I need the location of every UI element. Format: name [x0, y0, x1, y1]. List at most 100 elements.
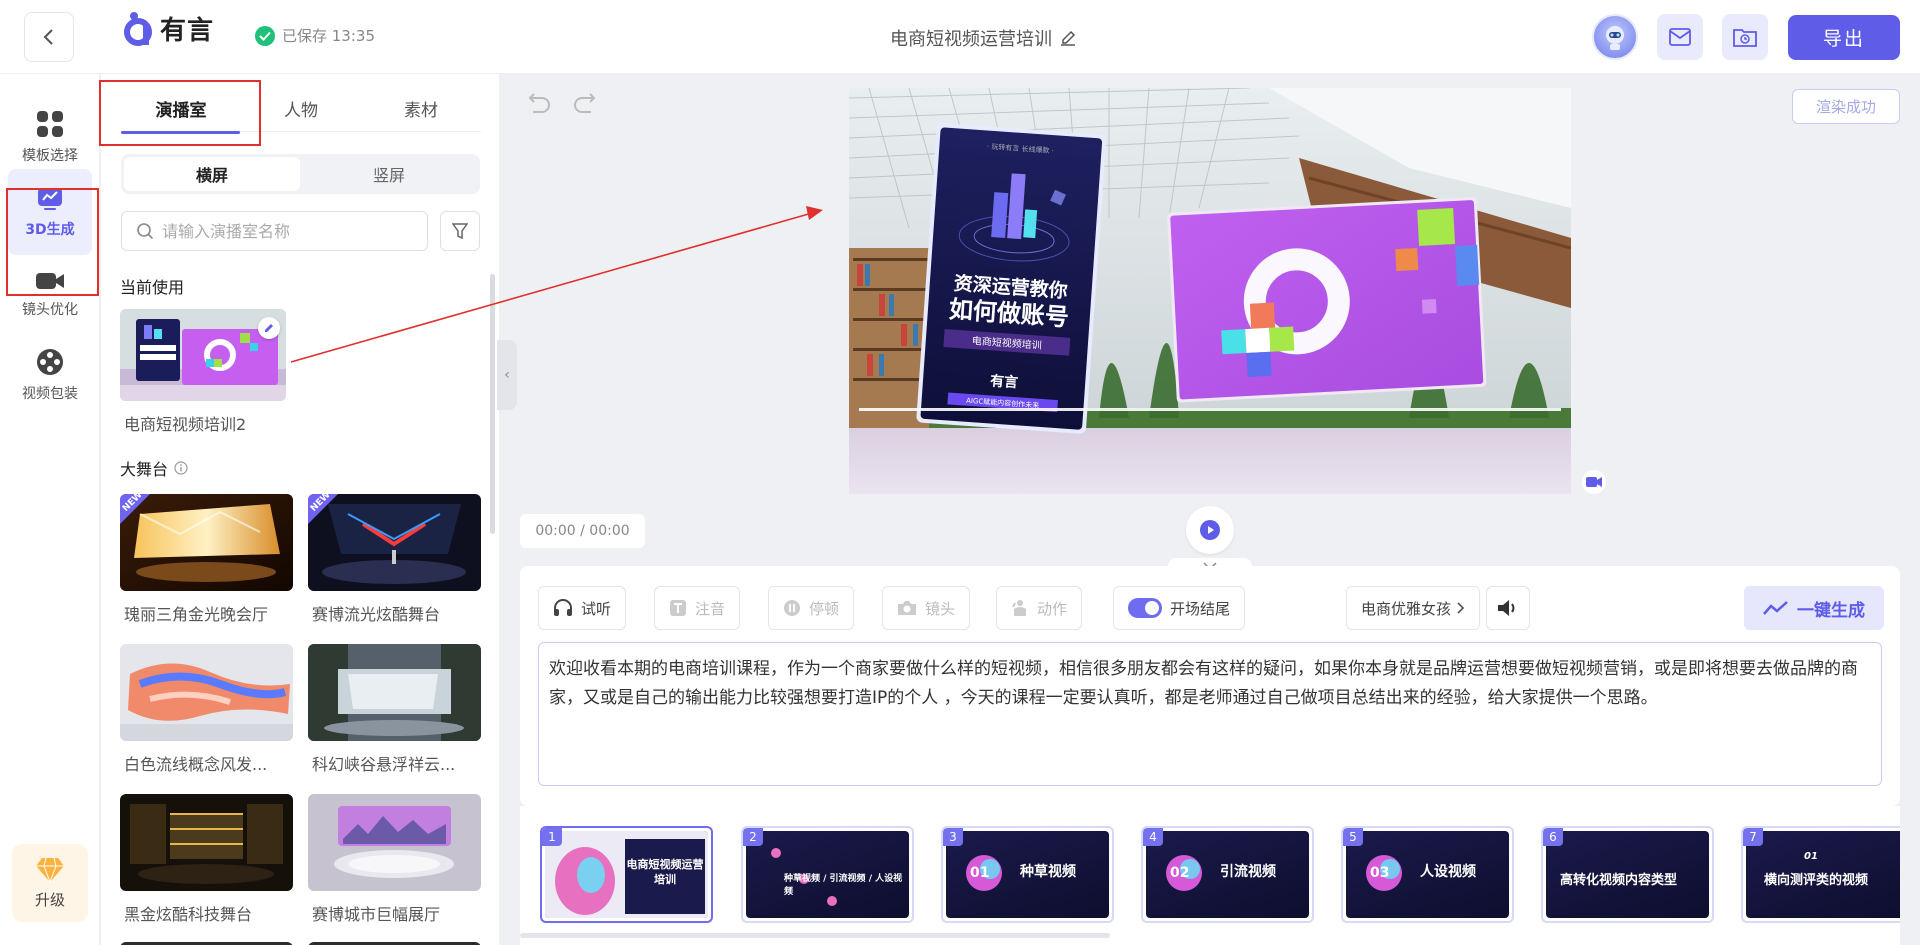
scene-strip-scrollbar[interactable] — [520, 933, 1110, 938]
stage-name: 黑金炫酷科技舞台 — [124, 905, 253, 924]
scene-thumbnail[interactable]: 2 种草视频 / 引流视频 / 人设视频 — [741, 826, 914, 923]
scene-preview: 电商短视频运营培训 — [545, 831, 708, 918]
toggle-switch[interactable] — [1128, 598, 1162, 618]
camera-view-button[interactable] — [1582, 470, 1606, 494]
nav-item-label: 视频包装 — [22, 385, 78, 402]
top-bar: 有言 已保存 13:35 电商短视频运营培训 导出 — [0, 0, 1920, 74]
filter-button[interactable] — [440, 211, 480, 251]
action-button[interactable]: 动作 — [996, 586, 1083, 630]
scene-strip: 1 电商短视频运营培训 2 种草视频 / 引流视频 / 人设视频 3 01 种草… — [520, 806, 1900, 945]
scene-thumbnail[interactable]: 4 02 引流视频 — [1141, 826, 1314, 923]
document-title-text: 电商短视频运营培训 — [890, 29, 1052, 50]
stage-card[interactable] — [308, 794, 481, 891]
scene-thumbnail[interactable]: 5 03 人设视频 — [1341, 826, 1514, 923]
script-editor: 试听 注音 停顿 镜头 动作 开场结尾 电商优雅女孩 一键生成 欢迎收看本期的电… — [520, 566, 1900, 806]
annotation-box-nav — [6, 188, 99, 296]
stage-name: 科幻峡谷悬浮祥云... — [312, 755, 456, 774]
grid-icon — [37, 110, 63, 137]
scene-thumbnail[interactable]: 7 01 横向测评类的视频 — [1741, 826, 1900, 923]
back-button[interactable] — [24, 12, 74, 62]
scene-title: 横向测评类的视频 — [1764, 873, 1869, 888]
play-button[interactable] — [1186, 506, 1234, 554]
undo-icon[interactable] — [525, 92, 551, 114]
scene-thumbnail[interactable]: 3 01 种草视频 — [941, 826, 1114, 923]
logo-icon — [122, 11, 154, 47]
collapse-panel-button[interactable]: ‹ — [497, 340, 517, 410]
poster-brand: 有言 — [990, 372, 1019, 391]
person-wave-icon — [1012, 600, 1026, 616]
document-title[interactable]: 电商短视频运营培训 — [890, 25, 1076, 51]
volume-button[interactable] — [1486, 586, 1530, 630]
history-button[interactable] — [1722, 14, 1768, 60]
saved-status: 已保存 13:35 — [255, 25, 375, 46]
orientation-landscape[interactable]: 横屏 — [124, 157, 300, 191]
stage-section-title: 大舞台 — [120, 456, 188, 480]
undo-redo-group — [525, 92, 599, 114]
message-button[interactable] — [1657, 14, 1703, 60]
voice-name: 电商优雅女孩 — [1361, 599, 1452, 618]
video-camera-icon — [1586, 477, 1602, 487]
scene-preview: 03 人设视频 — [1346, 831, 1509, 918]
pause-button[interactable]: 停顿 — [768, 586, 855, 630]
search-icon — [137, 223, 154, 240]
one-click-generate-button[interactable]: 一键生成 — [1744, 586, 1884, 630]
scene-thumbnail[interactable]: 6 高转化视频内容类型 — [1541, 826, 1714, 923]
playback-time: 00:00 / 00:00 — [520, 514, 645, 548]
scene-badge: 03 — [1370, 865, 1390, 881]
pinyin-button[interactable]: 注音 — [654, 586, 741, 630]
speaker-icon — [1498, 600, 1515, 616]
nav-item-template[interactable]: 模板选择 — [8, 94, 92, 180]
voice-select-button[interactable]: 电商优雅女孩 — [1346, 586, 1481, 630]
stage-card[interactable] — [120, 794, 293, 891]
scene-title: 高转化视频内容类型 — [1560, 873, 1678, 888]
tool-label: 镜头 — [925, 599, 956, 618]
studio-preview[interactable]: · 玩转有言 长线爆款 · 资深运营教你 如何做账号 电商短视频培训 有言 AI… — [849, 88, 1571, 494]
user-avatar[interactable] — [1592, 14, 1638, 60]
stage-thumbnail — [308, 794, 481, 891]
orientation-portrait[interactable]: 竖屏 — [301, 157, 477, 191]
film-reel-icon — [37, 348, 63, 375]
scene-badge: 02 — [1170, 865, 1190, 881]
preview-audio-button[interactable]: 试听 — [538, 586, 627, 630]
stage-name: 白色流线概念风发... — [124, 755, 268, 774]
scene-title: 种草视频 — [1020, 864, 1076, 880]
toggle-label: 开场结尾 — [1170, 599, 1231, 618]
panel-scrollbar[interactable] — [490, 274, 495, 534]
stage-card[interactable]: NEW — [120, 494, 293, 591]
nav-item-label: 镜头优化 — [22, 301, 78, 318]
export-button[interactable]: 导出 — [1788, 15, 1900, 60]
stage-card[interactable]: NEW — [308, 494, 481, 591]
tab-material[interactable]: 素材 — [361, 96, 481, 132]
mail-icon — [1669, 28, 1691, 46]
pencil-icon — [265, 324, 273, 332]
upgrade-button[interactable]: 升级 — [12, 844, 88, 922]
stage-name: 瑰丽三角金光晚会厅 — [124, 605, 269, 624]
stage-name: 赛博流光炫酷舞台 — [312, 605, 441, 624]
search-input[interactable] — [162, 221, 402, 241]
nav-item-label: 模板选择 — [22, 147, 78, 164]
scene-preview: 01 横向测评类的视频 — [1746, 831, 1900, 918]
nav-item-video-package[interactable]: 视频包装 — [8, 332, 92, 418]
current-studio-card[interactable] — [120, 309, 286, 401]
chevron-right-icon — [1457, 602, 1465, 614]
scene-title: 电商短视频运营培训 — [626, 858, 704, 886]
chevron-left-icon — [43, 29, 53, 45]
saved-text: 已保存 13:35 — [282, 27, 375, 45]
opening-ending-toggle[interactable]: 开场结尾 — [1113, 586, 1246, 630]
render-status-button[interactable]: 渲染成功 — [1792, 89, 1900, 124]
stage-thumbnail — [308, 644, 481, 741]
redo-icon[interactable] — [573, 92, 599, 114]
stage-card[interactable] — [308, 644, 481, 741]
scene-title: 种草视频 / 引流视频 / 人设视频 — [784, 874, 903, 897]
info-icon[interactable] — [174, 461, 188, 475]
generate-label: 一键生成 — [1797, 600, 1865, 621]
script-textarea[interactable]: 欢迎收看本期的电商培训课程，作为一个商家要做什么样的短视频，相信很多朋友都会有这… — [538, 642, 1882, 786]
camera-icon — [898, 601, 916, 615]
logo: 有言 — [122, 10, 214, 47]
edit-card-button[interactable] — [258, 317, 280, 339]
scene-number: 3 — [943, 828, 963, 846]
pencil-icon[interactable] — [1060, 30, 1076, 46]
stage-card[interactable] — [120, 644, 293, 741]
scene-thumbnail[interactable]: 1 电商短视频运营培训 — [540, 826, 713, 923]
camera-button[interactable]: 镜头 — [882, 586, 971, 630]
